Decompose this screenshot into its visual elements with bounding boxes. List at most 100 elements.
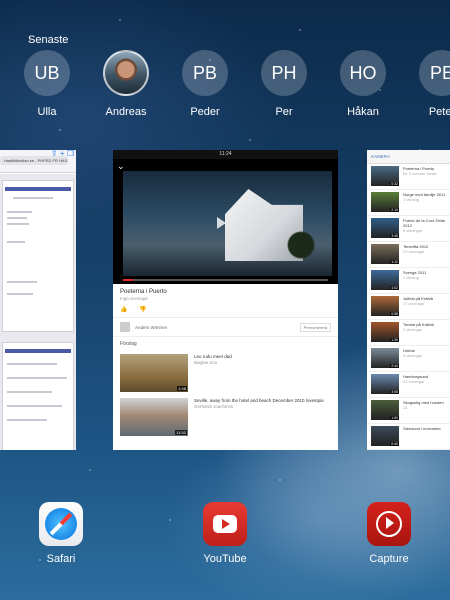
video-meta: 17 visningar bbox=[403, 301, 425, 306]
contact-andreas[interactable]: Andreas bbox=[96, 50, 156, 118]
video-views: Inga visningar bbox=[120, 296, 149, 301]
safari-app-card[interactable]: ⇪ + ❐ Hastiktiksidan.se - PHPSD FR HAS..… bbox=[0, 150, 76, 450]
channel-avatar bbox=[120, 322, 130, 332]
contact-name: Per bbox=[275, 106, 293, 118]
contact-peder[interactable]: PB Peder bbox=[175, 50, 235, 118]
video-channel: Gerhardt Joachinss bbox=[194, 403, 234, 409]
contact-name: Peter bbox=[428, 106, 450, 118]
safari-url-bar: Hastiktiksidan.se - PHPSD FR HAS... bbox=[0, 156, 68, 165]
capture-video-item[interactable]: 3:05 Hamburgsund 42 visningar bbox=[367, 372, 450, 398]
capture-video-list: 0:32 Poeterna i Puerto för 5 minuter sedan… bbox=[367, 164, 450, 450]
video-thumbnail: 0:40 bbox=[371, 426, 399, 446]
video-meta: 2 visningar bbox=[403, 327, 423, 332]
capture-video-item[interactable]: 3:45 Puerto de la Cruz-Teide 2012 6 visnin… bbox=[367, 216, 450, 242]
video-channel: Bagtan Zoo bbox=[194, 359, 218, 365]
video-meta: 23 visningar bbox=[403, 249, 425, 254]
dock-app-safari[interactable]: Safari bbox=[31, 502, 91, 565]
safari-page-content bbox=[0, 174, 76, 450]
video-actions: 👍 👎 bbox=[113, 302, 338, 318]
video-title: Puerto de la Cruz-Teide 2012 bbox=[403, 218, 446, 228]
contact-hakan[interactable]: HO Håkan bbox=[333, 50, 393, 118]
video-thumbnail: 1:00 bbox=[371, 400, 399, 420]
capture-video-item[interactable]: 1:12 Teneriffa 2012 23 visningar bbox=[367, 242, 450, 268]
video-progress-bar[interactable] bbox=[123, 279, 328, 281]
capture-video-item[interactable]: 2:10 Norge med familje 2011 1 visning bbox=[367, 190, 450, 216]
app-label: Safari bbox=[46, 553, 76, 565]
video-meta: för 5 minuter sedan bbox=[403, 171, 438, 176]
capture-icon[interactable] bbox=[367, 502, 411, 546]
video-thumbnail: 3:05 bbox=[371, 374, 399, 394]
capture-video-item[interactable]: 0:32 Poeterna i Puerto för 5 minuter sedan bbox=[367, 164, 450, 190]
video-thumbnail: 0:58 bbox=[371, 296, 399, 316]
capture-video-item[interactable]: 0:58 Julfest på Kräfvik 17 visningar bbox=[367, 294, 450, 320]
suggested-video[interactable]: 11:52 Seville, away from the hotel and b… bbox=[113, 395, 338, 439]
video-meta: 1 visning bbox=[403, 275, 419, 280]
contact-avatar: UB bbox=[24, 50, 70, 96]
contact-name: Andreas bbox=[105, 106, 147, 118]
video-duration: 2:44 bbox=[390, 364, 399, 368]
video-title: Stensund i november bbox=[403, 426, 441, 431]
video-meta: 14 bbox=[403, 405, 408, 410]
recent-contacts: UB Ulla Andreas PB Peder PH Per HO Håkan… bbox=[0, 50, 450, 120]
video-duration: 1:48 bbox=[177, 386, 187, 391]
capture-video-item[interactable]: 1:00 Skogsstig med hunden 14 bbox=[367, 398, 450, 424]
dock-app-youtube[interactable]: YouTube bbox=[195, 502, 255, 565]
video-title: Seville, away from the hotel and beach D… bbox=[194, 398, 324, 403]
video-thumbnail: 0:32 bbox=[371, 166, 399, 186]
video-thumbnail: 11:52 bbox=[120, 398, 188, 436]
suggestions-heading: Förslag bbox=[120, 341, 137, 347]
youtube-app-card[interactable]: 11:24 ⌄ Poeterna i Puerto Inga visningar… bbox=[113, 150, 338, 450]
capture-video-item[interactable]: 1:30 Tomtar på Kräfvik 2 visningar bbox=[367, 320, 450, 346]
capture-video-item[interactable]: 0:40 Stensund i november bbox=[367, 424, 450, 450]
capture-header: KAMERA bbox=[367, 150, 450, 164]
contact-name: Ulla bbox=[37, 106, 57, 118]
channel-name[interactable]: Anders Wimmer bbox=[135, 325, 167, 330]
youtube-icon[interactable] bbox=[203, 502, 247, 546]
contact-ulla[interactable]: UB Ulla bbox=[17, 50, 77, 118]
subscribe-button[interactable]: Prenumerera bbox=[299, 322, 331, 332]
video-duration: 1:30 bbox=[390, 338, 399, 342]
capture-video-item[interactable]: 4:02 Sverige 2011 1 visning bbox=[367, 268, 450, 294]
video-title: Skogsstig med hunden bbox=[403, 400, 444, 405]
safari-page-panel bbox=[2, 180, 74, 332]
contact-name: Peder bbox=[190, 106, 220, 118]
thumbs-down-icon[interactable]: 👎 bbox=[139, 307, 146, 313]
safari-icon[interactable] bbox=[39, 502, 83, 546]
app-label: YouTube bbox=[203, 553, 247, 565]
suggested-video[interactable]: 1:48 Leo rudu meet dad Bagtan Zoo bbox=[113, 351, 338, 395]
thumbs-up-icon[interactable]: 👍 bbox=[120, 307, 127, 313]
video-thumbnail: 2:10 bbox=[371, 192, 399, 212]
contact-per[interactable]: PH Per bbox=[254, 50, 314, 118]
video-duration: 0:40 bbox=[390, 442, 399, 446]
chevron-down-icon[interactable]: ⌄ bbox=[117, 161, 125, 172]
video-duration: 3:05 bbox=[390, 390, 399, 394]
video-thumbnail: 1:48 bbox=[120, 354, 188, 392]
safari-page-panel bbox=[2, 342, 74, 450]
video-player[interactable]: ⌄ bbox=[113, 159, 338, 284]
contact-peter[interactable]: PE Peter bbox=[412, 50, 450, 118]
video-progress-fill bbox=[123, 279, 134, 281]
video-meta: 6 visningar bbox=[403, 228, 423, 233]
recent-label: Senaste bbox=[28, 34, 69, 46]
play-icon[interactable] bbox=[217, 217, 226, 229]
capture-app-card[interactable]: KAMERA 0:32 Poeterna i Puerto för 5 minute… bbox=[367, 150, 450, 450]
video-thumbnail: 1:12 bbox=[371, 244, 399, 264]
video-title: Leo rudu meet dad bbox=[194, 354, 232, 359]
video-meta: 1 visning bbox=[403, 197, 419, 202]
video-meta: 42 visningar bbox=[403, 379, 425, 384]
video-title: Poeterna i Puerto bbox=[120, 289, 167, 295]
contact-avatar: HO bbox=[340, 50, 386, 96]
video-duration: 3:45 bbox=[390, 234, 399, 238]
video-duration: 4:02 bbox=[390, 286, 399, 290]
app-label: Capture bbox=[369, 553, 409, 565]
dock-app-capture[interactable]: Capture bbox=[359, 502, 419, 565]
video-thumbnail: 2:44 bbox=[371, 348, 399, 368]
video-duration: 1:00 bbox=[390, 416, 399, 420]
video-duration: 1:12 bbox=[390, 260, 399, 264]
video-duration: 11:52 bbox=[175, 430, 187, 435]
status-bar-time: 11:24 bbox=[113, 150, 338, 159]
contact-avatar: PB bbox=[182, 50, 228, 96]
safari-page-header bbox=[5, 187, 71, 191]
video-duration: 0:32 bbox=[390, 182, 399, 186]
capture-video-item[interactable]: 2:44 Umbai 5 visningar bbox=[367, 346, 450, 372]
